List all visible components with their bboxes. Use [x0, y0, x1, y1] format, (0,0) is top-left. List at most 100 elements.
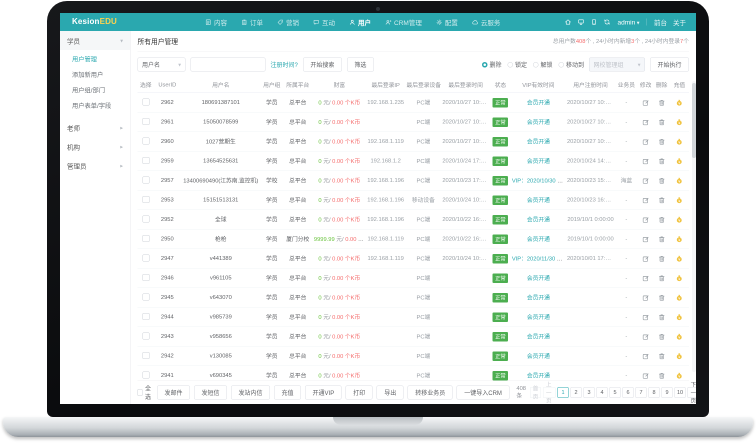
row-checkbox[interactable] [142, 371, 149, 378]
money-icon[interactable] [676, 99, 684, 107]
recharge-button[interactable]: 充值 [274, 386, 301, 400]
nav-item-interaction[interactable]: 互动 [313, 17, 335, 27]
page-next[interactable]: 下一页 [688, 387, 696, 398]
transfer-agent-button[interactable]: 转移业务员 [408, 386, 453, 400]
page-4[interactable]: 4 [597, 387, 608, 398]
open-vip-link[interactable]: 会员开通 [527, 159, 550, 165]
print-button[interactable]: 打印 [346, 386, 373, 400]
row-checkbox[interactable] [142, 352, 149, 359]
sidebar-group-organizations[interactable]: 机构▸ [60, 137, 130, 156]
money-icon[interactable] [676, 235, 684, 243]
money-icon[interactable] [676, 255, 684, 263]
open-vip-link[interactable]: 会员开通 [527, 276, 550, 282]
row-checkbox[interactable] [142, 313, 149, 320]
trash-icon[interactable] [658, 333, 666, 341]
row-checkbox[interactable] [142, 332, 149, 339]
import-crm-button[interactable]: 一键导入CRM [457, 386, 510, 400]
open-vip-link[interactable]: 会员开通 [527, 198, 550, 204]
radio-delete[interactable]: 删除 [482, 60, 502, 69]
open-vip-link[interactable]: 会员开通 [527, 139, 550, 145]
row-checkbox[interactable] [142, 118, 149, 125]
page-8[interactable]: 8 [649, 387, 660, 398]
send-sms-button[interactable]: 发短信 [194, 386, 227, 400]
row-checkbox[interactable] [142, 235, 149, 242]
trash-icon[interactable] [658, 196, 666, 204]
register-time-link[interactable]: 注册时间? [271, 60, 298, 69]
page-first[interactable]: 首页 [530, 387, 541, 398]
trash-icon[interactable] [658, 235, 666, 243]
sidebar-item-user-groups[interactable]: 用户组/部门 [60, 83, 130, 99]
search-button[interactable]: 开始搜索 [303, 58, 342, 72]
open-vip-link[interactable]: 会员开通 [527, 217, 550, 223]
open-vip-link[interactable]: 会员开通 [527, 100, 550, 106]
admin-dropdown[interactable]: admin [618, 18, 640, 26]
edit-icon[interactable] [642, 352, 650, 360]
trash-icon[interactable] [658, 138, 666, 146]
row-checkbox[interactable] [142, 98, 149, 105]
edit-icon[interactable] [642, 157, 650, 165]
edit-icon[interactable] [642, 294, 650, 302]
trash-icon[interactable] [658, 177, 666, 185]
edit-icon[interactable] [642, 216, 650, 224]
trash-icon[interactable] [658, 313, 666, 321]
trash-icon[interactable] [658, 157, 666, 165]
page-9[interactable]: 9 [662, 387, 673, 398]
nav-item-cloud-services[interactable]: 云服务 [472, 17, 501, 27]
trash-icon[interactable] [658, 294, 666, 302]
page-10[interactable]: 10 [675, 387, 686, 398]
monitor-icon[interactable] [578, 19, 585, 26]
row-checkbox[interactable] [142, 196, 149, 203]
edit-icon[interactable] [642, 313, 650, 321]
sidebar-item-add-user[interactable]: 添加新用户 [60, 68, 130, 84]
row-checkbox[interactable] [142, 157, 149, 164]
nav-item-crm[interactable]: CRM管理 [385, 17, 422, 27]
trash-icon[interactable] [658, 255, 666, 263]
export-button[interactable]: 导出 [377, 386, 404, 400]
edit-icon[interactable] [642, 138, 650, 146]
sidebar-group-students[interactable]: 学员▾ [60, 31, 130, 50]
open-vip-link[interactable]: 会员开通 [527, 237, 550, 243]
money-icon[interactable] [676, 196, 684, 204]
money-icon[interactable] [676, 157, 684, 165]
open-vip-link[interactable]: 会员开通 [527, 295, 550, 301]
execute-button[interactable]: 开始执行 [650, 58, 689, 72]
nav-item-marketing[interactable]: 营销 [277, 17, 299, 27]
phone-icon[interactable] [591, 19, 598, 26]
money-icon[interactable] [676, 313, 684, 321]
money-icon[interactable] [676, 294, 684, 302]
trash-icon[interactable] [658, 118, 666, 126]
search-field-select[interactable]: 用户名 [138, 58, 186, 72]
money-icon[interactable] [676, 177, 684, 185]
row-checkbox[interactable] [142, 293, 149, 300]
money-icon[interactable] [676, 274, 684, 282]
edit-icon[interactable] [642, 118, 650, 126]
radio-unlock[interactable]: 解锁 [533, 60, 553, 69]
row-checkbox[interactable] [142, 254, 149, 261]
trash-icon[interactable] [658, 99, 666, 107]
edit-icon[interactable] [642, 196, 650, 204]
radio-move-to[interactable]: 移动到 [558, 60, 584, 69]
nav-item-content[interactable]: 内容 [205, 17, 227, 27]
open-vip-link[interactable]: 会员开通 [527, 373, 550, 379]
scrollbar-thumb[interactable] [692, 83, 696, 158]
page-1[interactable]: 1 [558, 387, 569, 398]
page-prev[interactable]: 上一页 [543, 387, 556, 398]
trash-icon[interactable] [658, 216, 666, 224]
trash-icon[interactable] [658, 274, 666, 282]
row-checkbox[interactable] [142, 176, 149, 183]
edit-icon[interactable] [642, 333, 650, 341]
row-checkbox[interactable] [142, 137, 149, 144]
home-icon[interactable] [565, 19, 572, 26]
sidebar-group-teachers[interactable]: 老师▸ [60, 118, 130, 137]
nav-link-front-site[interactable]: 前台 [654, 17, 667, 27]
search-input[interactable] [191, 58, 266, 72]
send-site-message-button[interactable]: 发站内信 [231, 386, 270, 400]
nav-link-about[interactable]: 关于 [673, 17, 686, 27]
edit-icon[interactable] [642, 372, 650, 380]
open-vip-link[interactable]: 会员开通 [527, 354, 550, 360]
scrollbar[interactable] [692, 81, 696, 372]
select-all[interactable]: 全选 [138, 384, 154, 401]
page-2[interactable]: 2 [571, 387, 582, 398]
open-vip-button[interactable]: 开通VIP [305, 386, 342, 400]
radio-lock[interactable]: 锁定 [507, 60, 527, 69]
